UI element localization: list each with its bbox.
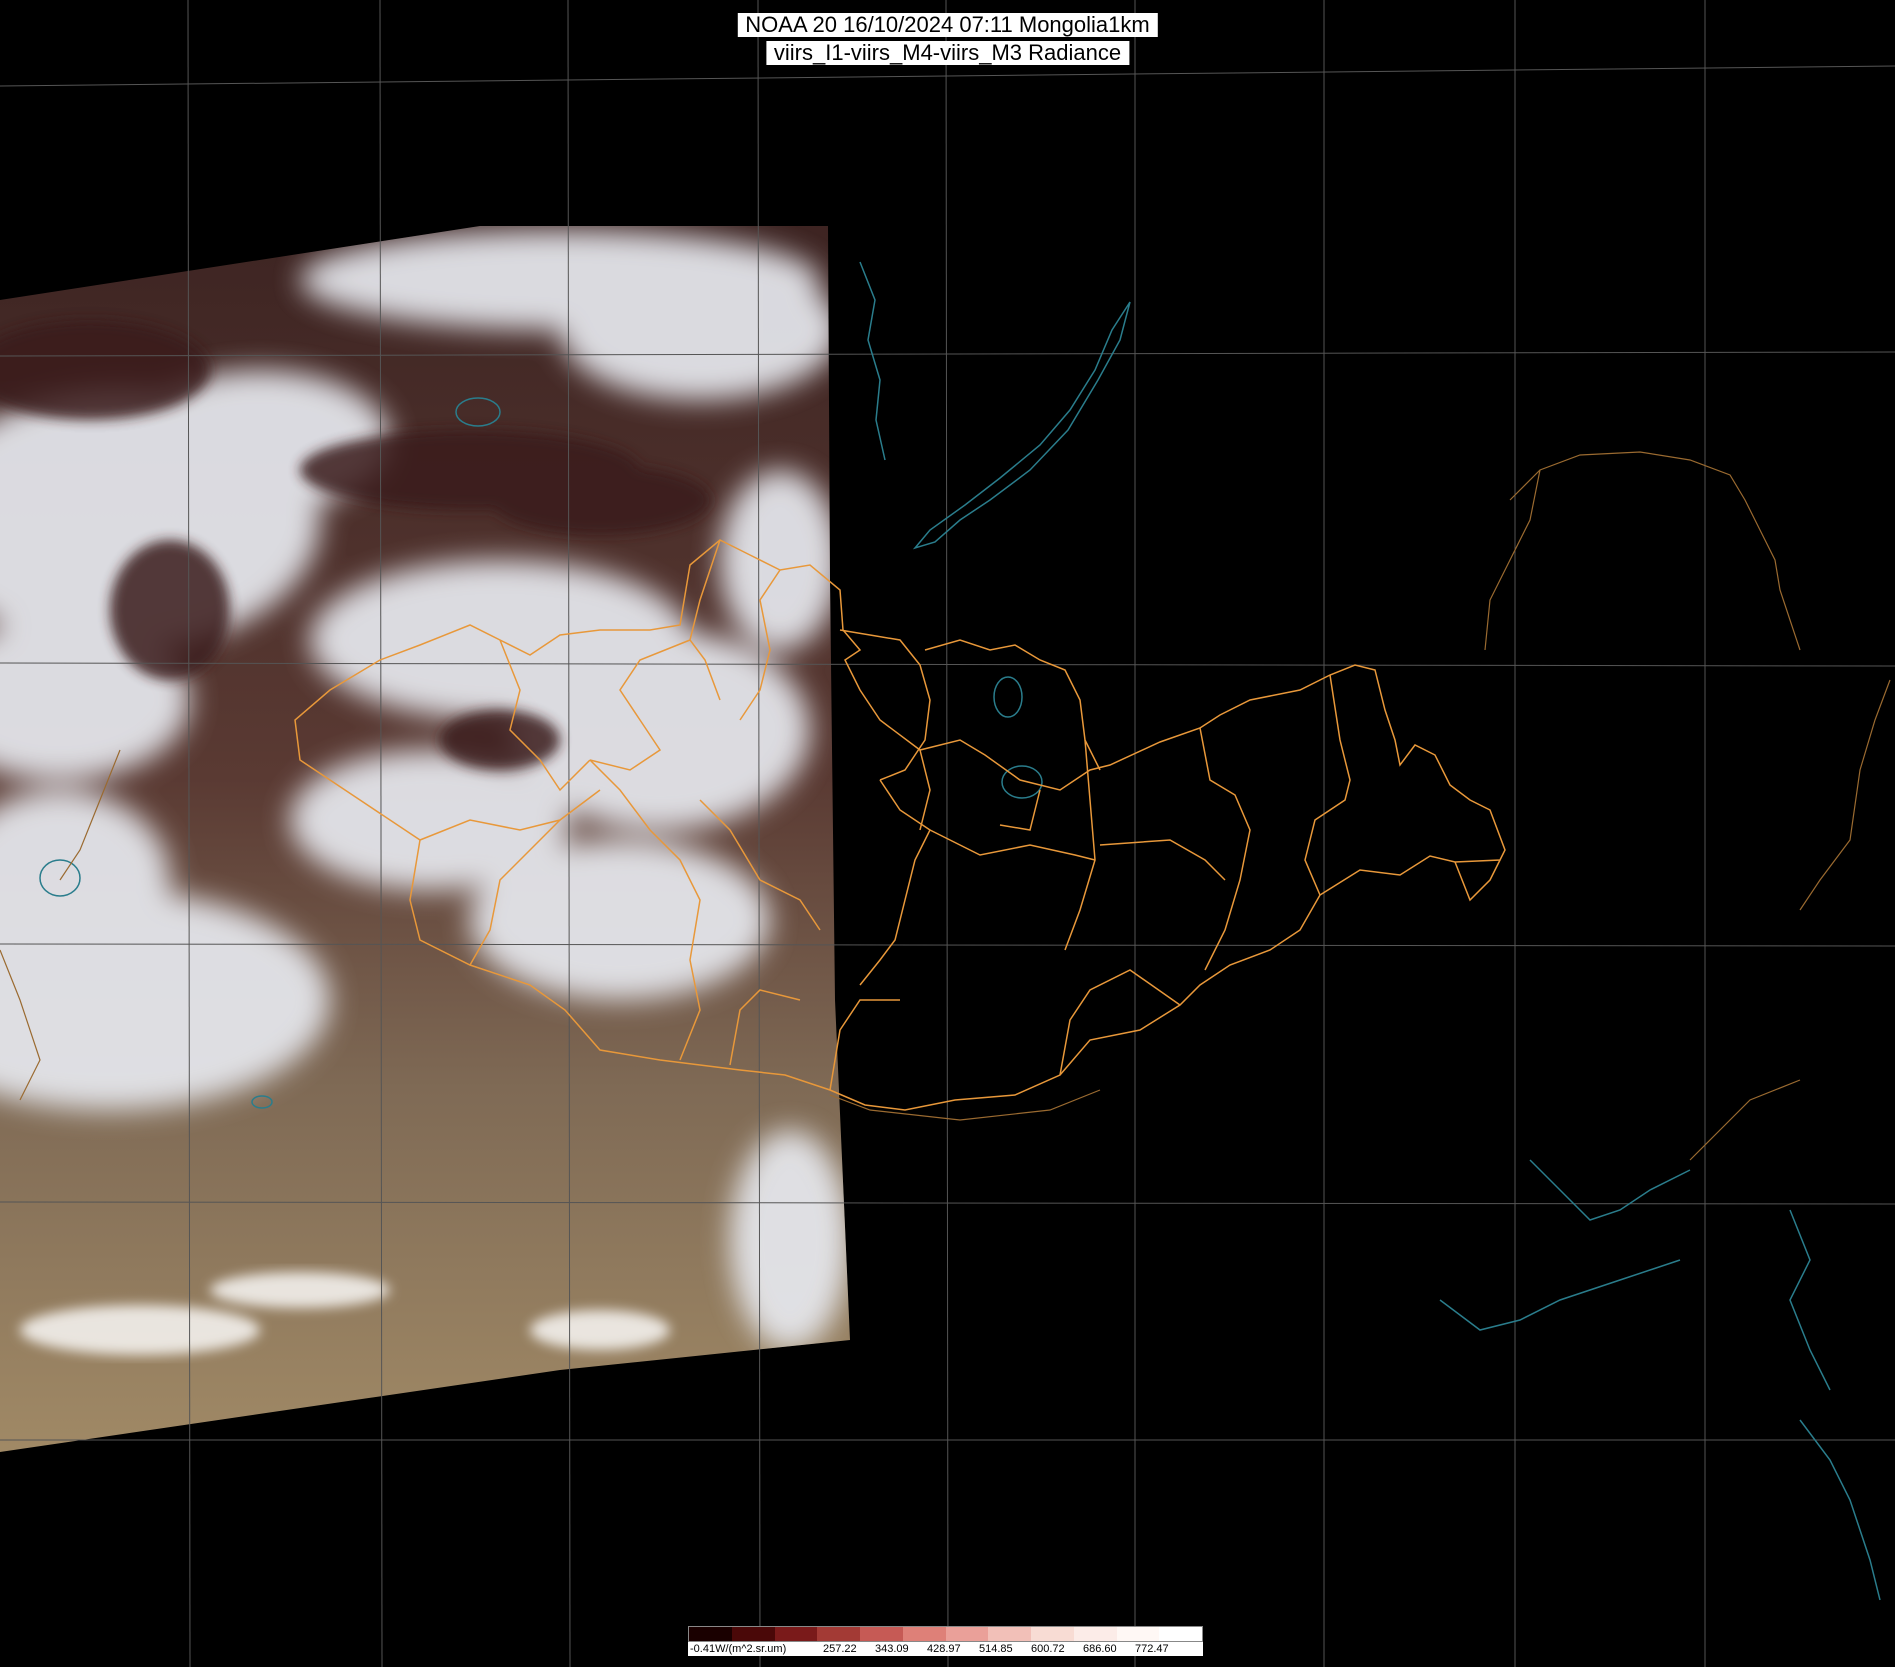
colorbar-segment — [860, 1627, 903, 1641]
satellite-swath — [0, 226, 850, 1452]
colorbar-tick: 686.60 — [1083, 1643, 1117, 1655]
colorbar-segment — [817, 1627, 860, 1641]
colorbar-segment — [1116, 1627, 1160, 1641]
colorbar-legend: -0.41W/(m^2.sr.um) 257.22 343.09 428.97 … — [688, 1626, 1203, 1656]
colorbar-segment — [1073, 1627, 1117, 1641]
colorbar-segment — [1159, 1627, 1202, 1641]
colorbar-segment — [902, 1627, 946, 1641]
colorbar-segment — [731, 1627, 775, 1641]
colorbar-labels: -0.41W/(m^2.sr.um) 257.22 343.09 428.97 … — [688, 1642, 1203, 1656]
colorbar-segment — [689, 1627, 732, 1641]
image-title: NOAA 20 16/10/2024 07:11 Mongolia1km — [737, 13, 1158, 37]
colorbar-tick: 343.09 — [875, 1643, 909, 1655]
colorbar-ramp — [688, 1626, 1203, 1642]
colorbar-tick: 257.22 — [823, 1643, 857, 1655]
satellite-map — [0, 0, 1895, 1667]
colorbar-segment — [1031, 1627, 1074, 1641]
colorbar-tick: 772.47 — [1135, 1643, 1169, 1655]
colorbar-unit-label: -0.41W/(m^2.sr.um) — [690, 1643, 787, 1655]
colorbar-segment — [988, 1627, 1031, 1641]
colorbar-tick: 428.97 — [927, 1643, 961, 1655]
colorbar-segment — [945, 1627, 989, 1641]
colorbar-tick: 600.72 — [1031, 1643, 1065, 1655]
image-subtitle: viirs_I1-viirs_M4-viirs_M3 Radiance — [765, 41, 1130, 65]
colorbar-tick: 514.85 — [979, 1643, 1013, 1655]
colorbar-segment — [774, 1627, 818, 1641]
